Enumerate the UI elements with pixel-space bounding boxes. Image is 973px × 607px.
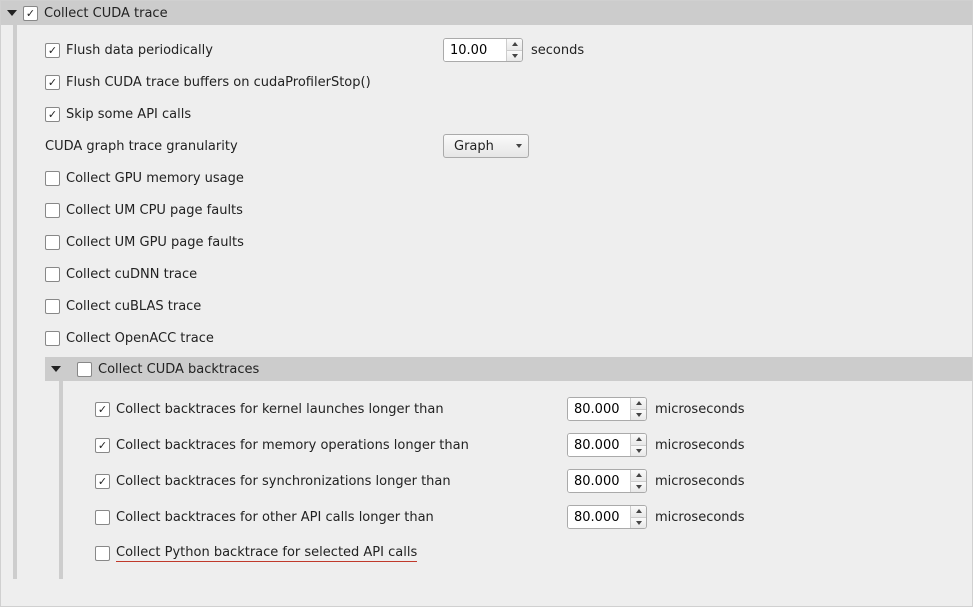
checkbox-flush-periodic[interactable]: ✓ [45, 43, 60, 58]
row-bt-python: ✓ Collect Python backtrace for selected … [71, 539, 972, 567]
checkbox-cudnn[interactable]: ✓ [45, 267, 60, 282]
row-cudnn: ✓ Collect cuDNN trace [25, 261, 972, 287]
chevron-up-icon [636, 401, 642, 405]
spinbox-flush-periodic[interactable] [443, 38, 523, 62]
label-bt-kernel: Collect backtraces for kernel launches l… [116, 402, 444, 417]
label-um-gpu: Collect UM GPU page faults [66, 235, 244, 250]
spin-buttons [630, 470, 646, 492]
disclosure-toggle-cuda-trace[interactable] [5, 6, 19, 20]
spinbox-bt-other[interactable] [567, 505, 647, 529]
input-bt-sync[interactable] [568, 470, 630, 492]
combobox-value: Graph [454, 139, 494, 154]
spinbox-bt-sync[interactable] [567, 469, 647, 493]
spin-buttons [630, 506, 646, 528]
spin-buttons [630, 398, 646, 420]
checkbox-bt-other[interactable]: ✓ [95, 510, 110, 525]
row-um-gpu: ✓ Collect UM GPU page faults [25, 229, 972, 255]
unit-flush-periodic: seconds [531, 43, 584, 58]
chevron-down-icon [636, 413, 642, 417]
label-gpu-mem: Collect GPU memory usage [66, 171, 244, 186]
chevron-up-icon [636, 437, 642, 441]
spin-up-button[interactable] [631, 398, 646, 410]
unit-bt-kernel: microseconds [655, 402, 745, 417]
spin-up-button[interactable] [631, 434, 646, 446]
chevron-down-icon [516, 144, 522, 148]
chevron-down-icon [636, 449, 642, 453]
label-bt-memory: Collect backtraces for memory operations… [116, 438, 469, 453]
spinbox-bt-memory[interactable] [567, 433, 647, 457]
spin-down-button[interactable] [631, 446, 646, 457]
checkbox-bt-python[interactable]: ✓ [95, 546, 110, 561]
checkbox-um-gpu[interactable]: ✓ [45, 235, 60, 250]
row-bt-sync: ✓ Collect backtraces for synchronization… [71, 467, 972, 495]
label-openacc: Collect OpenACC trace [66, 331, 214, 346]
checkbox-openacc[interactable]: ✓ [45, 331, 60, 346]
spin-down-button[interactable] [631, 482, 646, 493]
spin-down-button[interactable] [507, 51, 522, 62]
label-bt-sync: Collect backtraces for synchronizations … [116, 474, 451, 489]
disclosure-toggle-backtraces[interactable] [49, 362, 63, 376]
section-header-backtraces: ✓ Collect CUDA backtraces [45, 357, 972, 381]
checkbox-bt-sync[interactable]: ✓ [95, 474, 110, 489]
section-title-backtraces: Collect CUDA backtraces [98, 362, 259, 377]
spin-up-button[interactable] [507, 39, 522, 51]
row-cublas: ✓ Collect cuBLAS trace [25, 293, 972, 319]
label-flush-on-stop: Flush CUDA trace buffers on cudaProfiler… [66, 75, 371, 90]
checkbox-bt-kernel[interactable]: ✓ [95, 402, 110, 417]
checkbox-collect-backtraces[interactable]: ✓ [77, 362, 92, 377]
chevron-down-icon [51, 366, 61, 372]
label-bt-other: Collect backtraces for other API calls l… [116, 510, 434, 525]
row-bt-memory: ✓ Collect backtraces for memory operatio… [71, 431, 972, 459]
row-bt-other: ✓ Collect backtraces for other API calls… [71, 503, 972, 531]
section-header-cuda-trace: ✓ Collect CUDA trace [1, 1, 972, 25]
chevron-down-icon [636, 521, 642, 525]
row-graph-granularity: CUDA graph trace granularity Graph [25, 133, 972, 159]
input-flush-periodic[interactable] [444, 39, 506, 61]
label-graph-granularity: CUDA graph trace granularity [45, 139, 238, 154]
chevron-down-icon [512, 54, 518, 58]
label-cublas: Collect cuBLAS trace [66, 299, 201, 314]
section-body-backtraces: ✓ Collect backtraces for kernel launches… [59, 381, 972, 579]
input-bt-kernel[interactable] [568, 398, 630, 420]
spin-buttons [630, 434, 646, 456]
unit-bt-other: microseconds [655, 510, 745, 525]
chevron-down-icon [636, 485, 642, 489]
row-um-cpu: ✓ Collect UM CPU page faults [25, 197, 972, 223]
section-body-cuda-trace: ✓ Flush data periodically seconds ✓ Flus… [13, 25, 972, 579]
unit-bt-memory: microseconds [655, 438, 745, 453]
spin-down-button[interactable] [631, 518, 646, 529]
row-bt-kernel: ✓ Collect backtraces for kernel launches… [71, 395, 972, 423]
checkbox-collect-cuda-trace[interactable]: ✓ [23, 6, 38, 21]
combobox-graph-granularity[interactable]: Graph [443, 134, 529, 158]
spin-down-button[interactable] [631, 410, 646, 421]
unit-bt-sync: microseconds [655, 474, 745, 489]
spin-up-button[interactable] [631, 506, 646, 518]
label-flush-periodic: Flush data periodically [66, 43, 213, 58]
row-flush-on-stop: ✓ Flush CUDA trace buffers on cudaProfil… [25, 69, 972, 95]
spin-up-button[interactable] [631, 470, 646, 482]
label-skip-api: Skip some API calls [66, 107, 191, 122]
row-flush-periodic: ✓ Flush data periodically seconds [25, 37, 972, 63]
spin-buttons [506, 39, 522, 61]
row-gpu-mem: ✓ Collect GPU memory usage [25, 165, 972, 191]
spinbox-bt-kernel[interactable] [567, 397, 647, 421]
label-cudnn: Collect cuDNN trace [66, 267, 197, 282]
input-bt-other[interactable] [568, 506, 630, 528]
label-bt-python: Collect Python backtrace for selected AP… [116, 545, 417, 562]
checkbox-flush-on-stop[interactable]: ✓ [45, 75, 60, 90]
input-bt-memory[interactable] [568, 434, 630, 456]
row-skip-api: ✓ Skip some API calls [25, 101, 972, 127]
checkbox-cublas[interactable]: ✓ [45, 299, 60, 314]
checkbox-bt-memory[interactable]: ✓ [95, 438, 110, 453]
label-um-cpu: Collect UM CPU page faults [66, 203, 243, 218]
checkbox-um-cpu[interactable]: ✓ [45, 203, 60, 218]
section-title: Collect CUDA trace [44, 6, 168, 21]
chevron-up-icon [512, 42, 518, 46]
chevron-up-icon [636, 509, 642, 513]
row-openacc: ✓ Collect OpenACC trace [25, 325, 972, 351]
chevron-up-icon [636, 473, 642, 477]
checkbox-skip-api[interactable]: ✓ [45, 107, 60, 122]
checkbox-gpu-mem[interactable]: ✓ [45, 171, 60, 186]
chevron-down-icon [7, 10, 17, 16]
